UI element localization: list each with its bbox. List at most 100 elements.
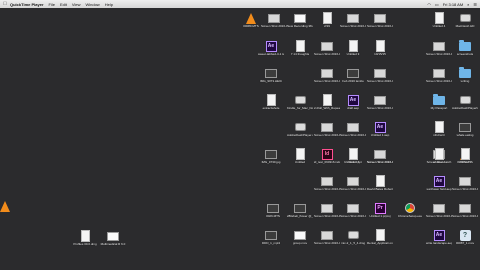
- desktop-item[interactable]: Screen Shot 2016-1...3.41 AM: [314, 202, 340, 219]
- desktop-item[interactable]: Screen Shot 2016-1...4.13 PM: [426, 202, 452, 219]
- desktop-item[interactable]: Untitled 3: [452, 148, 478, 165]
- notification-center-icon[interactable]: ☰: [473, 2, 477, 7]
- menu-file[interactable]: File: [49, 2, 55, 7]
- ae-file-icon: Ae: [374, 121, 386, 133]
- desktop-item[interactable]: Screen Shot 2016-0...6.27 PM: [426, 67, 452, 84]
- desktop-item[interactable]: Screen Shot 2016-0...6.27 PM: [367, 94, 393, 111]
- desktop-item-label: sunflower field.aep: [426, 188, 452, 191]
- desktop-item[interactable]: whatever: [426, 148, 452, 165]
- desktop-item[interactable]: Screen Shot 2016-1...4.45 PM: [452, 202, 478, 219]
- clock[interactable]: Fri 3:18 AM: [443, 2, 463, 7]
- desktop-item[interactable]: Untitled 6: [340, 148, 366, 165]
- desktop-item[interactable]: Pr Untitled 1.prproj: [367, 202, 393, 219]
- desktop-item-label: mic-2_1_5_4.dmg: [340, 242, 365, 245]
- desktop-item[interactable]: Untitled 3: [340, 40, 366, 57]
- ae-file-icon: Ae: [433, 229, 445, 241]
- desktop-item[interactable]: Rental_Applicati on.pdf: [367, 229, 393, 246]
- desktop-item[interactable]: Screen Shot 2016-1...9.11 PM: [340, 121, 366, 138]
- desktop-item[interactable]: Multimedical R 6.0: [100, 230, 126, 247]
- search-icon[interactable]: ⌕: [467, 2, 469, 7]
- desktop-item[interactable]: Profiles 30.0.dmg: [72, 230, 98, 247]
- desktop-item-label: 00087_1.mov: [455, 242, 475, 245]
- shotdark-file-icon: [459, 121, 471, 133]
- menu-window[interactable]: Window: [85, 2, 99, 7]
- desktop-item-label: Untitled 1.aep: [370, 134, 390, 137]
- desktop-item[interactable]: 2-Roll_With_Repeat_12.pdf: [314, 94, 340, 111]
- menu-edit[interactable]: Edit: [60, 2, 67, 7]
- doc-file-icon: [294, 40, 306, 52]
- desktop-item[interactable]: Screen Shot 2016-0...4.35 PM: [340, 175, 366, 192]
- desktop-item[interactable]: Screen Shot 2016-1...4.13 PM: [452, 175, 478, 192]
- desktop-item[interactable]: writing: [452, 67, 478, 84]
- menu-help[interactable]: Help: [105, 2, 113, 7]
- desktop-item[interactable]: Screen Shot 2016-0...4.35 PM: [314, 229, 340, 246]
- desktop-item[interactable]: mic-2_1_5_4.dmg: [340, 229, 366, 246]
- desktop-item[interactable]: ? 00087_1.mov: [452, 229, 478, 246]
- desktop-item[interactable]: Screen Shot 2016-0...7.21 PM: [261, 12, 287, 29]
- desktop-item-label: AdobeFlashPlayerInstall...dmg: [452, 107, 478, 110]
- desktop-item[interactable]: Screen Shot 2016-0...4.38 PM: [340, 12, 366, 29]
- desktop-item[interactable]: DDD_1_mpl4: [258, 229, 284, 246]
- desktop-item-label: Screen Shot 2016-0...9.11 PM: [367, 25, 393, 28]
- desktop-item[interactable]: [0, 200, 18, 212]
- desktop-item[interactable]: screenshots: [452, 40, 478, 57]
- desktop-item[interactable]: AdobeFlashPlayerInstall...dmg: [452, 94, 478, 111]
- desktop-item[interactable]: 10/15/15: [367, 40, 393, 57]
- desktop-item[interactable]: Feb 2016 lambs: [340, 67, 366, 84]
- folder-file-icon: [433, 94, 445, 106]
- desktop-item[interactable]: nfcdrwrtr: [426, 121, 452, 138]
- wifi-icon[interactable]: ◠: [427, 2, 431, 7]
- desktop-item[interactable]: whale eating: [452, 121, 478, 138]
- desktop-item[interactable]: ChromeSetup.exe: [397, 202, 423, 219]
- desktop-item[interactable]: New Recording 38.mov: [287, 12, 313, 29]
- desktop-item[interactable]: IMG_9073.HEIC: [258, 67, 284, 84]
- doc-file-icon: [374, 40, 386, 52]
- desktop-item[interactable]: extractwhole: [258, 94, 284, 111]
- shot-file-icon: [459, 175, 471, 187]
- desktop-item-label: New Recording 38.mov: [287, 25, 313, 28]
- desktop-item[interactable]: Ae Untitled 1.aep: [367, 121, 393, 138]
- shot-file-icon: [374, 67, 386, 79]
- desktop-item[interactable]: Screen Shot 2016-0...5.16 PM: [367, 148, 393, 165]
- desktop-item-label: Kindle_for_Mac_Download.dmg: [287, 107, 313, 110]
- id-file-icon: Id: [321, 148, 333, 160]
- desktop-item[interactable]: 2/19: [314, 12, 340, 29]
- desktop-item[interactable]: Macintosh HD: [452, 12, 478, 29]
- desktop-item-label: Rental_Applicati on.pdf: [367, 242, 393, 245]
- shotdark-file-icon: [347, 67, 359, 79]
- desktop-item[interactable]: IMG_9730.jpg: [258, 148, 284, 165]
- dmg-file-icon: [294, 94, 306, 106]
- desktop-item[interactable]: David Bates Robert...2015.pdf: [367, 175, 393, 192]
- desktop-item[interactable]: My Passport: [426, 94, 452, 111]
- desktop-item[interactable]: Ae draft.aep: [340, 94, 366, 111]
- desktop-item[interactable]: 0026.MTS: [260, 202, 286, 219]
- desktop-item[interactable]: group.mov: [287, 229, 313, 246]
- menu-view[interactable]: View: [72, 2, 81, 7]
- pr-file-icon: Pr: [374, 202, 386, 214]
- desktop-item[interactable]: Ae write landscape.aep: [426, 229, 452, 246]
- desktop-item[interactable]: Screen Shot 2016-0...6.59 PM: [314, 67, 340, 84]
- desktop-item[interactable]: Aesweet-tabbed-3-1 take 2.aep: [258, 40, 284, 57]
- battery-icon[interactable]: ▭: [435, 2, 439, 7]
- desktop-item[interactable]: 28lisbeli_flower @_Ma...al.mp4: [287, 202, 313, 219]
- desktop-item[interactable]: Screen Shot 2016-0...4.35 PM: [367, 67, 393, 84]
- desktop-item-label: Screen Shot 2016-0...5.16 PM: [367, 161, 393, 164]
- desktop-item[interactable]: Screen Shot 2016-1...0.43 PM: [426, 40, 452, 57]
- desktop-item-label: Screen Shot 2016-0...6.59 PM: [314, 80, 340, 83]
- desktop-item[interactable]: 7.14 thoughts: [287, 40, 313, 57]
- desktop-item[interactable]: Id id_test_090316.indd: [314, 148, 340, 165]
- desktop-item[interactable]: Screen Shot 2016-0...9.11 PM: [367, 12, 393, 29]
- desktop-item[interactable]: Screen Shot 2016-0...8.34 PM: [314, 40, 340, 57]
- desktop-item[interactable]: Screen Shot 2016-1...2.54 AM: [314, 175, 340, 192]
- desktop-item[interactable]: Untitled 4: [426, 12, 452, 29]
- desktop-item[interactable]: Screen Shot 2016-0...4.32 PM: [314, 121, 340, 138]
- desktop-item[interactable]: Ae sunflower field.aep: [426, 175, 452, 192]
- shot-file-icon: [321, 40, 333, 52]
- desktop-item[interactable]: Kindle_for_Mac_Download.dmg: [287, 94, 313, 111]
- desktop-item[interactable]: AdobeFlashPlayer.vidm.dmg: [287, 121, 313, 138]
- app-menu-quicktime[interactable]: QuickTime Player: [10, 2, 44, 7]
- desktop-item[interactable]: Untitled: [287, 148, 313, 165]
- apple-menu-icon[interactable]: : [0, 1, 10, 7]
- desktop-item-label: Untitled 6: [346, 161, 360, 164]
- desktop-item[interactable]: Screen Shot 2016-0...4.35 PM: [340, 202, 366, 219]
